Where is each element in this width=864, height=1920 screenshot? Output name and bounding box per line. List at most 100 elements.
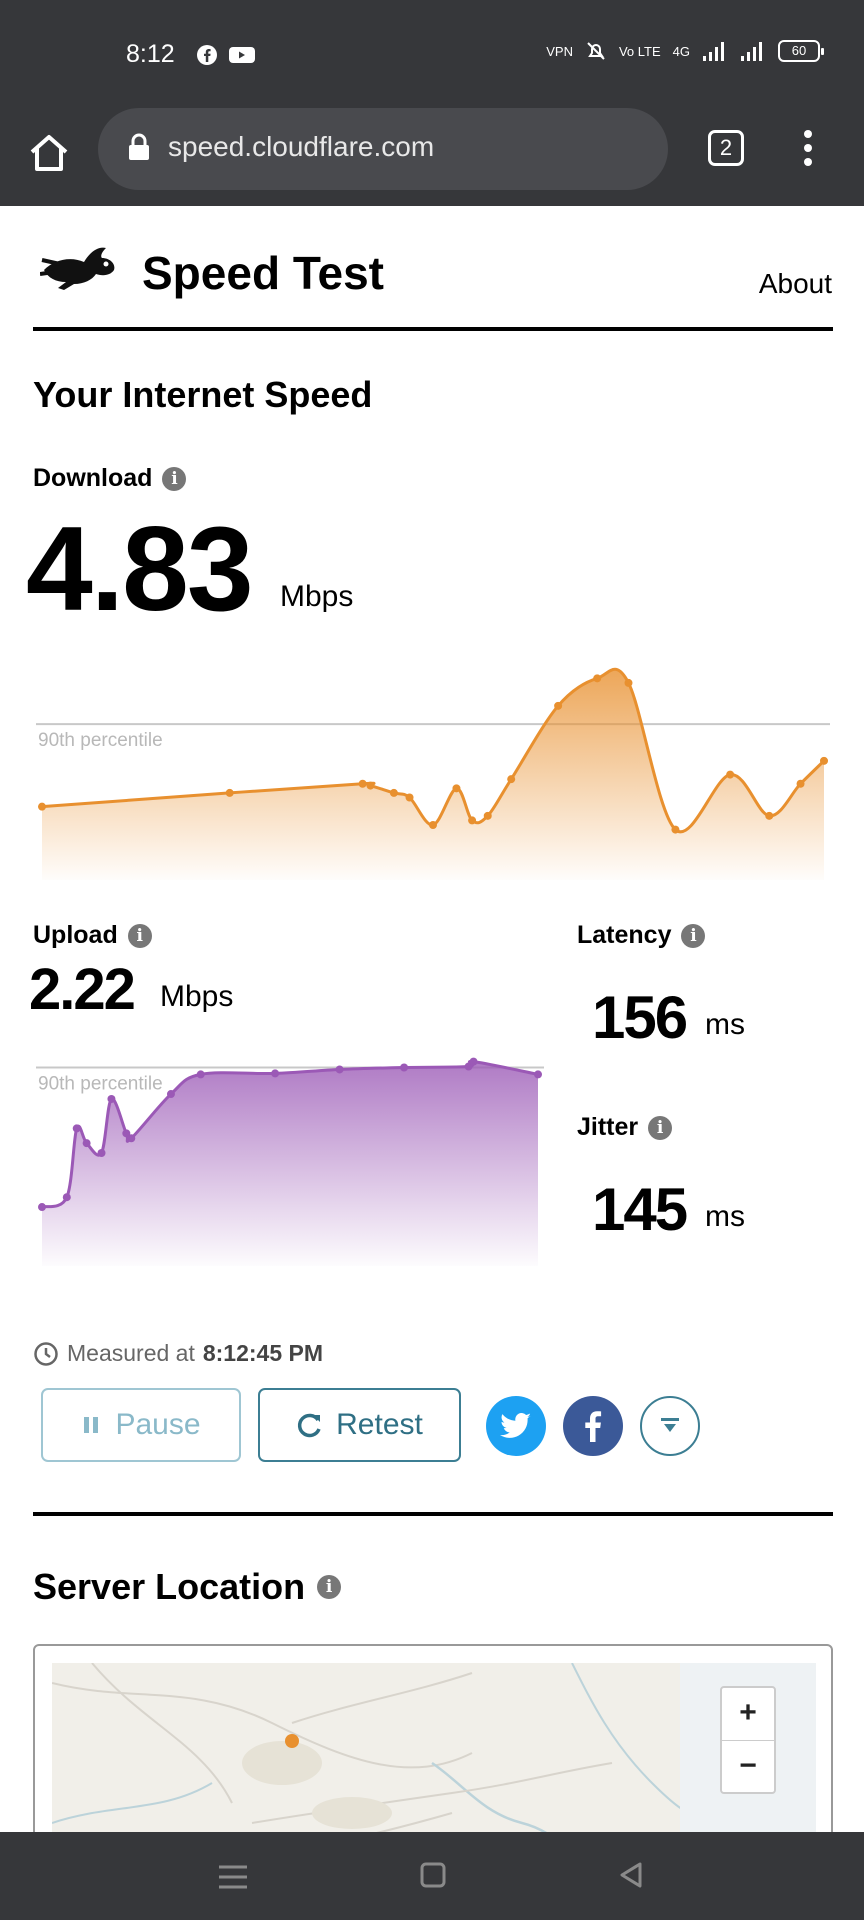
retest-label: Retest (336, 1408, 423, 1441)
jitter-label-row: Jitter i (577, 1113, 673, 1142)
measured-time: 8:12:45 PM (202, 1340, 324, 1366)
pause-label: Pause (115, 1408, 201, 1441)
measured-at: Measured at 8:12:45 PM (33, 1340, 323, 1367)
back-nav-icon[interactable] (616, 1860, 646, 1890)
upload-point-11 (335, 1065, 344, 1074)
download-results-button[interactable] (640, 1396, 700, 1456)
zoom-out-button[interactable]: − (722, 1740, 774, 1792)
jitter-unit: ms (705, 1200, 745, 1233)
upload-point-7 (127, 1134, 136, 1143)
lock-icon (129, 133, 149, 160)
status-indicators: VPN Vo LTE 4G 60 (546, 40, 824, 62)
server-heading: Server Location (33, 1566, 306, 1607)
tab-switcher-button[interactable]: 2 (708, 130, 744, 166)
youtube-icon (229, 47, 255, 63)
refresh-icon (298, 1413, 321, 1438)
retest-button[interactable]: Retest (258, 1388, 461, 1462)
download-point-3 (366, 781, 375, 790)
system-nav-bar (0, 1832, 864, 1920)
status-bar: 8:12 VPN Vo LTE 4G 60 (0, 0, 864, 108)
facebook-share-button[interactable] (563, 1396, 623, 1456)
upload-percentile-label: 90th percentile (38, 1074, 163, 1095)
jitter-label: Jitter (577, 1113, 639, 1141)
rabbit-logo-icon (40, 247, 115, 290)
zoom-in-button[interactable]: + (722, 1688, 774, 1740)
download-point-1 (225, 788, 234, 797)
download-percentile-label: 90th percentile (38, 730, 163, 751)
clock-icon (34, 1341, 58, 1366)
latency-value: 156 (592, 984, 688, 1051)
info-icon[interactable]: i (681, 923, 706, 948)
browser-toolbar: speed.cloudflare.com 2 (0, 108, 864, 206)
upload-point-5 (107, 1094, 116, 1103)
address-bar[interactable]: speed.cloudflare.com (98, 108, 668, 190)
upload-point-8 (166, 1090, 175, 1099)
download-label-row: Download i (33, 464, 187, 493)
download-point-10 (507, 775, 516, 784)
download-point-18 (820, 756, 828, 765)
battery-icon: 60 (778, 40, 824, 62)
overflow-menu-icon[interactable] (796, 128, 820, 168)
pause-icon (84, 1417, 99, 1433)
map-zoom-controls: + − (720, 1686, 776, 1794)
measured-prefix: Measured at (67, 1340, 195, 1366)
info-icon[interactable]: i (127, 923, 152, 948)
upload-point-4 (97, 1149, 106, 1157)
network-4g-label: 4G (672, 43, 690, 59)
download-label: Download (33, 464, 153, 492)
download-point-13 (624, 678, 633, 687)
twitter-share-button[interactable] (486, 1396, 546, 1456)
pause-button[interactable]: Pause (41, 1388, 241, 1462)
latency-label-row: Latency i (577, 921, 706, 950)
info-icon[interactable]: i (648, 1115, 673, 1140)
download-point-4 (389, 788, 398, 797)
download-point-14 (671, 825, 680, 834)
bell-muted-icon (587, 42, 605, 60)
download-point-17 (796, 779, 805, 788)
upload-label-row: Upload i (33, 921, 152, 950)
download-point-0 (38, 802, 46, 811)
section-heading-speed: Your Internet Speed (33, 374, 373, 415)
upload-point-2 (72, 1124, 81, 1133)
upload-chart: 90th percentile (36, 1057, 544, 1266)
download-point-16 (765, 811, 774, 820)
download-point-11 (554, 701, 563, 710)
download-unit: Mbps (280, 580, 354, 613)
server-location-marker[interactable] (285, 1734, 299, 1748)
status-time: 8:12 (126, 40, 175, 68)
upload-value: 2.22 (29, 957, 136, 1022)
facebook-share-icon (585, 1411, 602, 1442)
upload-point-9 (196, 1070, 205, 1079)
upload-point-0 (38, 1203, 46, 1212)
vpn-label: VPN (546, 43, 573, 59)
volte-label: Vo LTE (618, 43, 661, 59)
download-point-9 (483, 811, 492, 820)
download-point-8 (468, 816, 477, 825)
info-icon[interactable]: i (162, 466, 187, 491)
upload-label: Upload (33, 921, 118, 949)
latency-label: Latency (577, 921, 672, 949)
about-link[interactable]: About (759, 268, 832, 300)
upload-point-3 (82, 1139, 91, 1148)
home-nav-icon[interactable] (418, 1860, 448, 1890)
section-divider (33, 1512, 833, 1516)
download-point-15 (726, 770, 735, 779)
download-area-fill (42, 669, 824, 880)
download-chart: 90th percentile (36, 667, 830, 880)
recent-apps-icon[interactable] (216, 1862, 250, 1892)
download-value: 4.83 (26, 502, 254, 636)
header-divider (33, 327, 833, 331)
download-arrow-icon (661, 1418, 679, 1432)
latency-unit: ms (705, 1008, 745, 1041)
download-point-12 (593, 674, 602, 683)
site-title: Speed Test (142, 247, 384, 299)
upload-point-15 (534, 1070, 542, 1079)
upload-unit: Mbps (160, 980, 234, 1013)
download-point-7 (452, 784, 461, 793)
home-icon[interactable] (26, 130, 72, 176)
info-icon[interactable]: i (317, 1575, 342, 1599)
upload-point-1 (62, 1193, 71, 1202)
download-point-6 (429, 821, 437, 829)
download-point-2 (358, 779, 367, 788)
facebook-icon (197, 45, 217, 65)
